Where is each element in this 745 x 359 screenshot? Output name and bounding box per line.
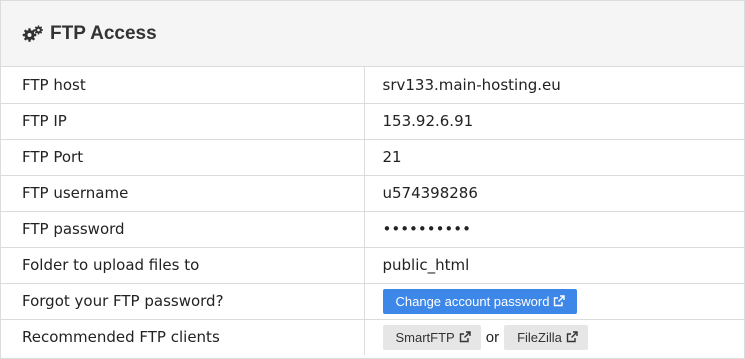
table-row: FTP IP 153.92.6.91 [1,103,744,140]
ftp-host-value: srv133.main-hosting.eu [364,67,744,104]
external-link-icon [459,331,471,343]
row-label: Forgot your FTP password? [1,283,365,320]
ftp-port-value: 21 [364,139,744,176]
external-link-icon [566,331,578,343]
smartftp-link-button[interactable]: SmartFTP [382,324,481,350]
table-row: FTP host srv133.main-hosting.eu [1,67,744,104]
button-label: FileZilla [517,329,562,345]
filezilla-link-button[interactable]: FileZilla [504,324,588,350]
or-separator: or [485,328,500,346]
ftp-details-table: FTP host srv133.main-hosting.eu FTP IP 1… [1,67,744,355]
ftp-username-value: u574398286 [364,175,744,212]
gears-icon [22,25,43,42]
ftp-ip-value: 153.92.6.91 [364,103,744,140]
table-row: FTP username u574398286 [1,175,744,212]
upload-folder-value: public_html [364,247,744,284]
row-label: FTP IP [1,103,365,140]
ftp-access-panel: FTP Access FTP host srv133.main-hosting.… [0,0,745,359]
row-label: FTP host [1,67,365,104]
table-row: Forgot your FTP password? Change account… [1,283,744,320]
panel-header: FTP Access [1,1,744,67]
table-row: FTP Port 21 [1,139,744,176]
row-label: FTP username [1,175,365,212]
row-label: FTP Port [1,139,365,176]
table-row: Recommended FTP clients SmartFTP or File… [1,319,744,355]
clients-cell: SmartFTP or FileZilla [364,319,744,355]
table-row: FTP password •••••••••• [1,211,744,248]
change-account-password-button[interactable]: Change account password [382,288,578,314]
row-label: Folder to upload files to [1,247,365,284]
button-label: SmartFTP [395,329,455,345]
row-label: FTP password [1,211,365,248]
row-label: Recommended FTP clients [1,319,365,355]
forgot-cell: Change account password [364,283,744,320]
panel-title: FTP Access [50,22,157,44]
external-link-icon [554,295,566,307]
ftp-password-value: •••••••••• [364,211,744,248]
button-label: Change account password [395,293,550,309]
table-row: Folder to upload files to public_html [1,247,744,284]
